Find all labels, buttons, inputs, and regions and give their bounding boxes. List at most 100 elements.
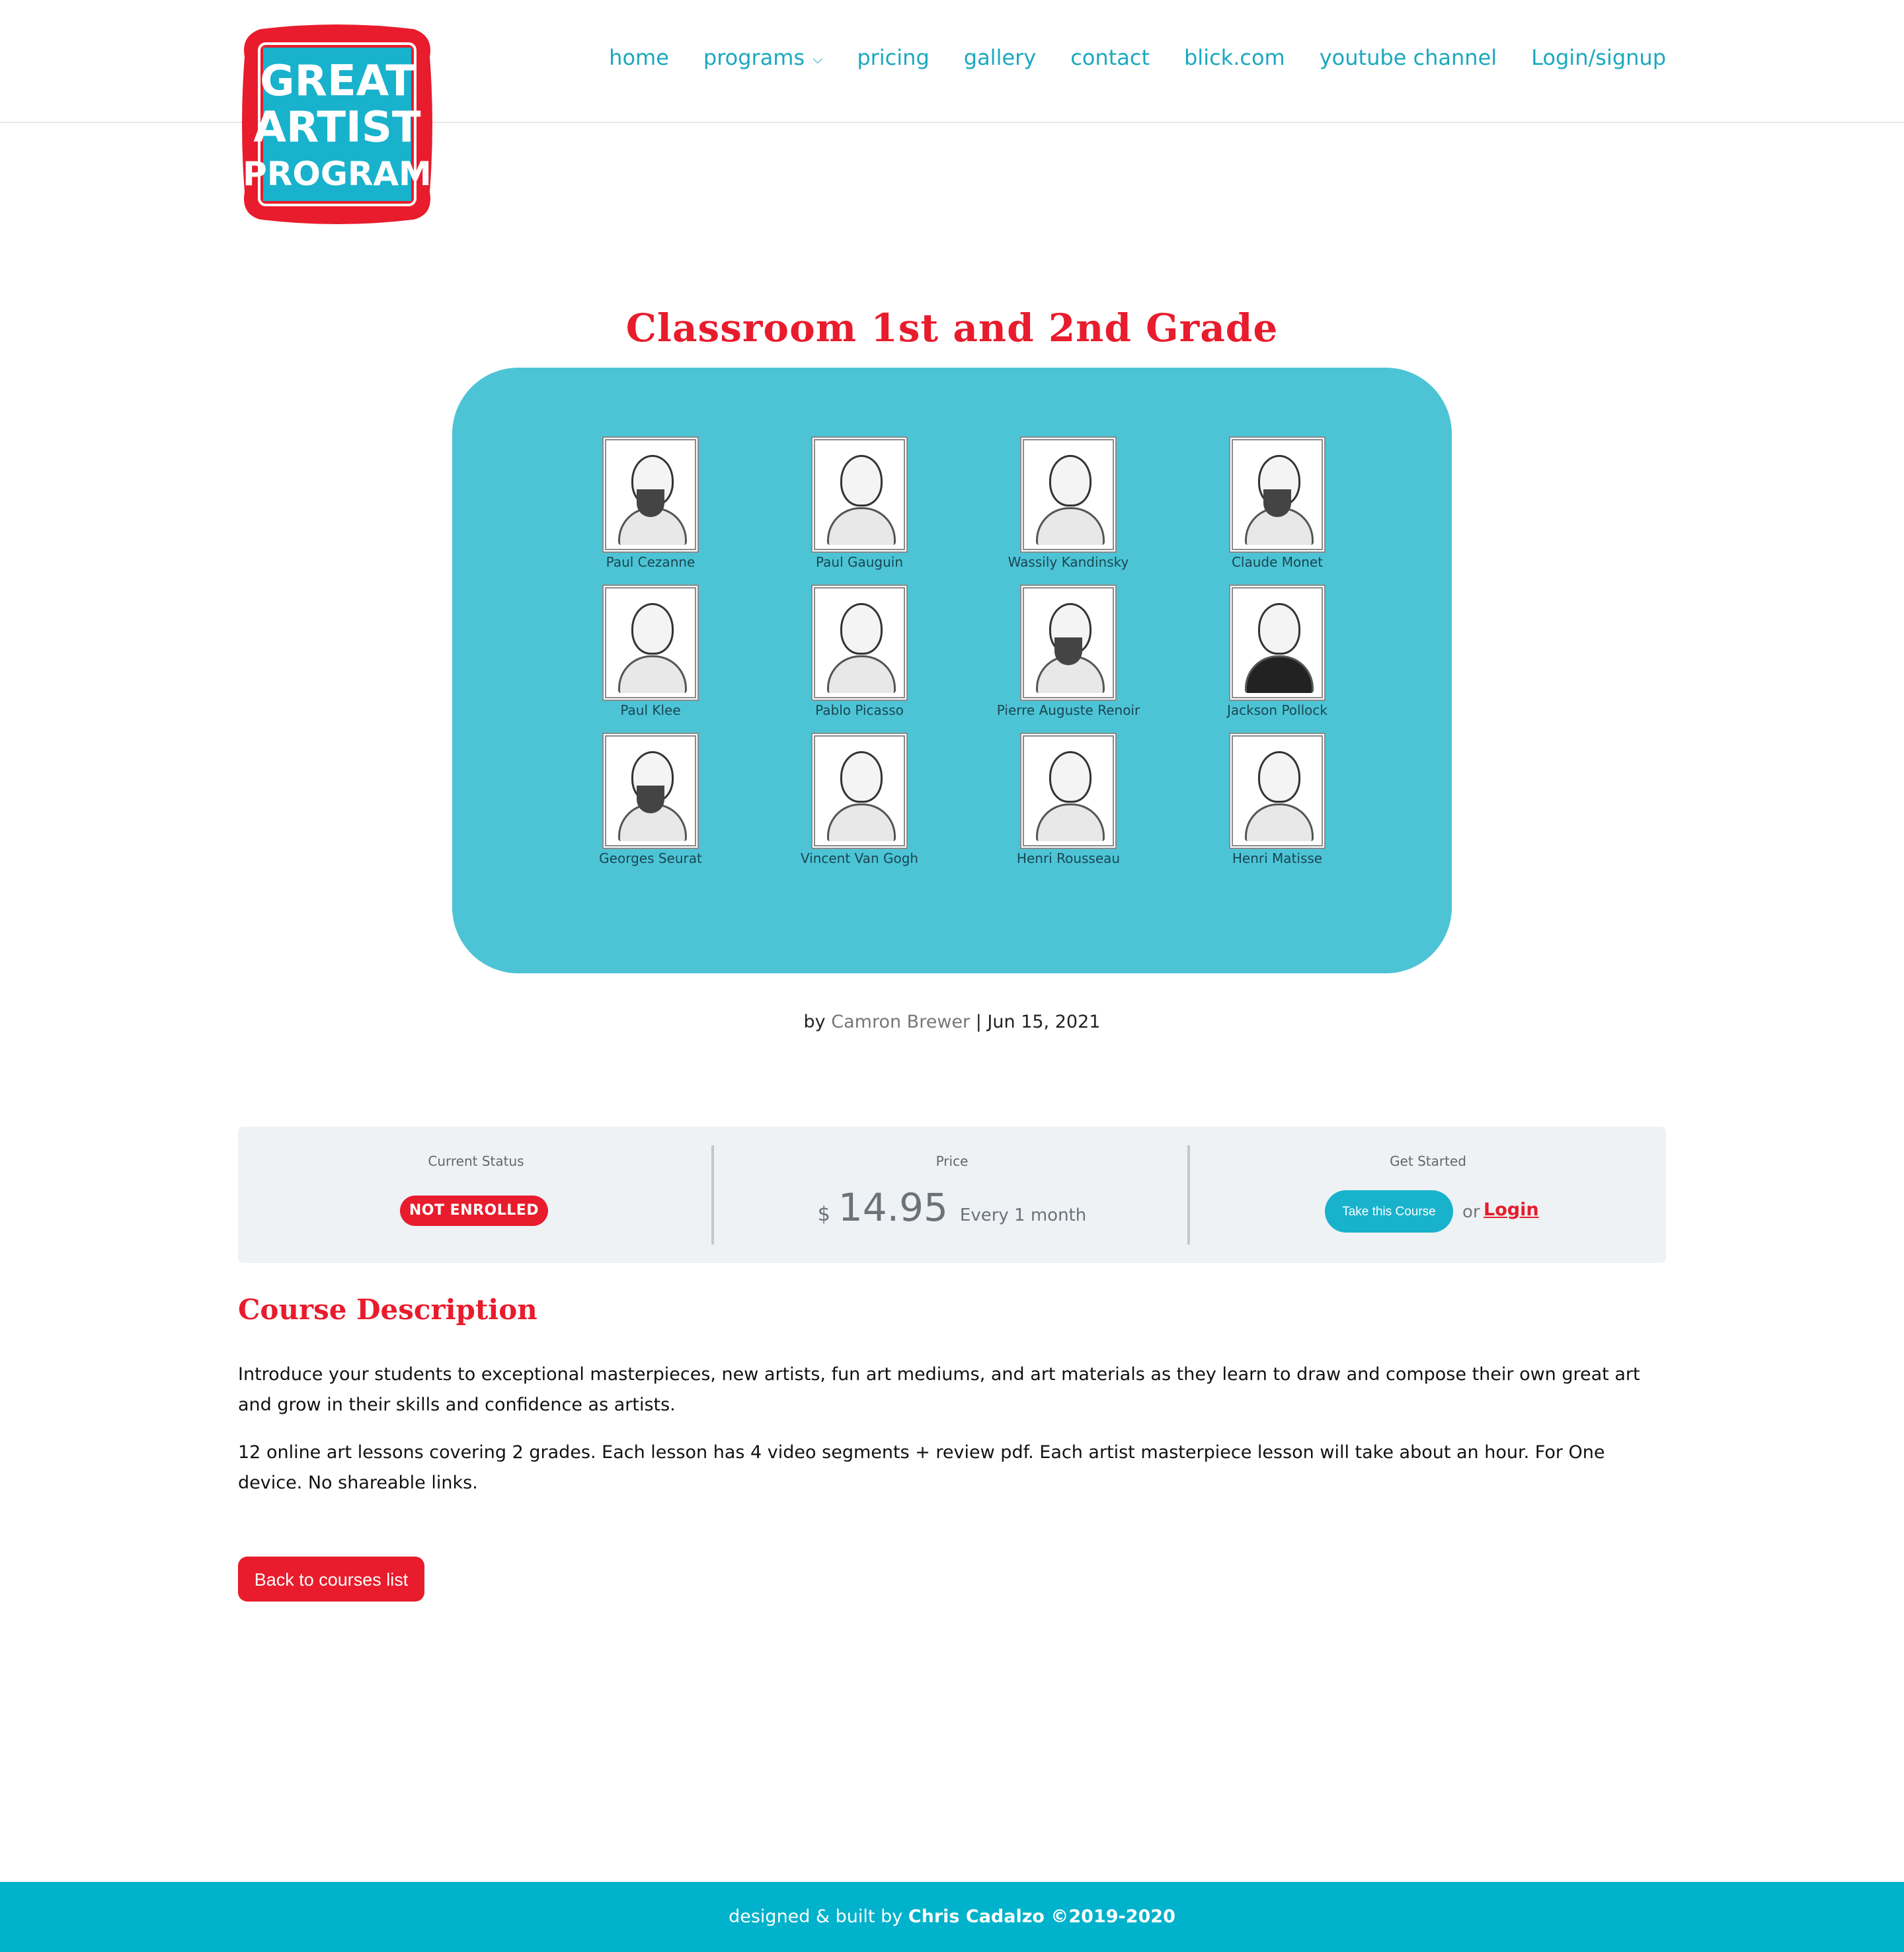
- portrait-frame: [811, 733, 908, 849]
- artist-portrait: Jackson Pollock: [1198, 585, 1357, 718]
- take-course-button[interactable]: Take this Course: [1325, 1190, 1453, 1233]
- artist-portrait: Henri Matisse: [1198, 733, 1357, 866]
- site-footer: designed & built by Chris Cadalzo ©2019-…: [0, 1882, 1904, 1952]
- main-nav: home programs ⌵ pricing gallery contact b…: [609, 45, 1666, 70]
- artist-name: Georges Seurat: [599, 850, 702, 866]
- course-description-heading: Course Description: [238, 1293, 537, 1326]
- get-started-column: Get Started Take this Course or Login: [1190, 1127, 1666, 1263]
- artist-portrait: Wassily Kandinsky: [989, 436, 1148, 570]
- byline-prefix: by: [803, 1012, 826, 1032]
- status-label: Current Status: [428, 1153, 524, 1169]
- artist-name: Paul Gauguin: [815, 554, 904, 570]
- price-column: Price $ 14.95 Every 1 month: [714, 1127, 1190, 1263]
- nav-contact-label: contact: [1070, 45, 1150, 70]
- portrait-frame: [811, 585, 908, 701]
- portrait-frame: [602, 733, 699, 849]
- portrait-frame: [1020, 436, 1117, 553]
- price-label: Price: [935, 1153, 969, 1169]
- portrait-beard: [637, 489, 664, 517]
- get-started-label: Get Started: [1390, 1153, 1466, 1169]
- artist-name: Vincent Van Gogh: [800, 850, 919, 866]
- artist-name: Wassily Kandinsky: [1008, 554, 1129, 570]
- portrait-beard: [1263, 489, 1291, 517]
- status-badge: NOT ENROLLED: [400, 1196, 548, 1226]
- logo-line-2: ARTIST: [253, 103, 421, 152]
- footer-credit[interactable]: Chris Cadalzo ©2019-2020: [908, 1906, 1175, 1927]
- nav-programs-label: programs: [703, 45, 805, 70]
- nav-login-signup-label: Login/signup: [1531, 45, 1666, 70]
- portrait-body: [827, 507, 896, 545]
- nav-login-signup[interactable]: Login/signup: [1531, 45, 1666, 70]
- artist-name: Paul Cezanne: [606, 554, 695, 570]
- nav-gallery[interactable]: gallery: [964, 45, 1036, 70]
- portrait-frame: [602, 436, 699, 553]
- portrait-body: [1245, 655, 1314, 693]
- site-header: GREAT ARTIST PROGRAM home programs ⌵ pric…: [0, 0, 1904, 224]
- portrait-frame: [1020, 733, 1117, 849]
- portrait-body: [827, 803, 896, 841]
- chevron-down-icon: ⌵: [813, 51, 823, 67]
- portrait-beard: [1054, 637, 1082, 665]
- description-paragraph: Introduce your students to exceptional m…: [238, 1364, 1640, 1415]
- artist-name: Pierre Auguste Renoir: [996, 702, 1140, 718]
- portrait-frame: [1229, 436, 1326, 553]
- portrait-frame: [602, 585, 699, 701]
- artist-portrait: Georges Seurat: [571, 733, 730, 866]
- artist-name: Claude Monet: [1231, 554, 1324, 570]
- artist-portrait: Paul Gauguin: [780, 436, 939, 570]
- nav-contact[interactable]: contact: [1070, 45, 1150, 70]
- artist-portrait: Paul Klee: [571, 585, 730, 718]
- description-paragraph: 12 online art lessons covering 2 grades.…: [238, 1442, 1605, 1493]
- login-link[interactable]: Login: [1484, 1200, 1539, 1220]
- portrait-body: [618, 655, 687, 693]
- price-currency: $: [817, 1203, 830, 1226]
- portrait-face: [840, 603, 883, 655]
- nav-programs[interactable]: programs ⌵: [703, 45, 822, 70]
- nav-pricing-label: pricing: [857, 45, 930, 70]
- nav-blick-label: blick.com: [1183, 45, 1285, 70]
- price-amount: 14.95: [838, 1185, 948, 1230]
- artist-portrait-grid: Paul Cezanne Paul Gauguin Wassily Kandinsk…: [584, 436, 1328, 886]
- nav-blick[interactable]: blick.com: [1184, 45, 1285, 70]
- back-to-courses-button[interactable]: Back to courses list: [238, 1557, 424, 1602]
- portrait-frame: [1020, 585, 1117, 701]
- artist-portrait: Paul Cezanne: [571, 436, 730, 570]
- post-date: Jun 15, 2021: [987, 1012, 1101, 1032]
- author-link[interactable]: Camron Brewer: [831, 1012, 970, 1032]
- page-title: Classroom 1st and 2nd Grade: [625, 305, 1279, 350]
- portrait-face: [1258, 603, 1300, 655]
- price-display: $ 14.95 Every 1 month: [714, 1185, 1190, 1230]
- nav-youtube[interactable]: youtube channel: [1320, 45, 1497, 70]
- artist-name: Henri Matisse: [1232, 850, 1323, 866]
- post-byline: by Camron Brewer | Jun 15, 2021: [0, 1012, 1904, 1032]
- logo-line-3: PROGRAM: [243, 155, 432, 193]
- portrait-frame: [1229, 733, 1326, 849]
- portrait-body: [827, 655, 896, 693]
- nav-home-label: home: [609, 45, 669, 70]
- portrait-face: [1049, 751, 1091, 803]
- artist-portrait: Pablo Picasso: [780, 585, 939, 718]
- artist-portrait: Pierre Auguste Renoir: [989, 585, 1148, 718]
- portrait-face: [840, 751, 883, 803]
- artist-name: Paul Klee: [620, 702, 681, 718]
- logo-line-1: GREAT: [260, 57, 415, 106]
- portrait-frame: [1229, 585, 1326, 701]
- or-text: or: [1462, 1202, 1480, 1222]
- nav-gallery-label: gallery: [963, 45, 1037, 70]
- nav-home[interactable]: home: [609, 45, 669, 70]
- portrait-face: [1049, 455, 1091, 507]
- course-hero-image: Paul Cezanne Paul Gauguin Wassily Kandinsk…: [452, 368, 1452, 973]
- portrait-frame: [811, 436, 908, 553]
- artist-name: Henri Rousseau: [1016, 850, 1121, 866]
- artist-portrait: Henri Rousseau: [989, 733, 1148, 866]
- portrait-face: [840, 455, 883, 507]
- artist-portrait: Vincent Van Gogh: [780, 733, 939, 866]
- great-artist-program-logo[interactable]: GREAT ARTIST PROGRAM: [241, 24, 434, 225]
- portrait-face: [631, 603, 674, 655]
- artist-portrait: Claude Monet: [1198, 436, 1357, 570]
- footer-prefix: designed & built by: [729, 1906, 903, 1927]
- portrait-body: [1245, 803, 1314, 841]
- nav-pricing[interactable]: pricing: [857, 45, 929, 70]
- price-period: Every 1 month: [959, 1205, 1087, 1225]
- status-column: Current Status NOT ENROLLED: [238, 1127, 714, 1263]
